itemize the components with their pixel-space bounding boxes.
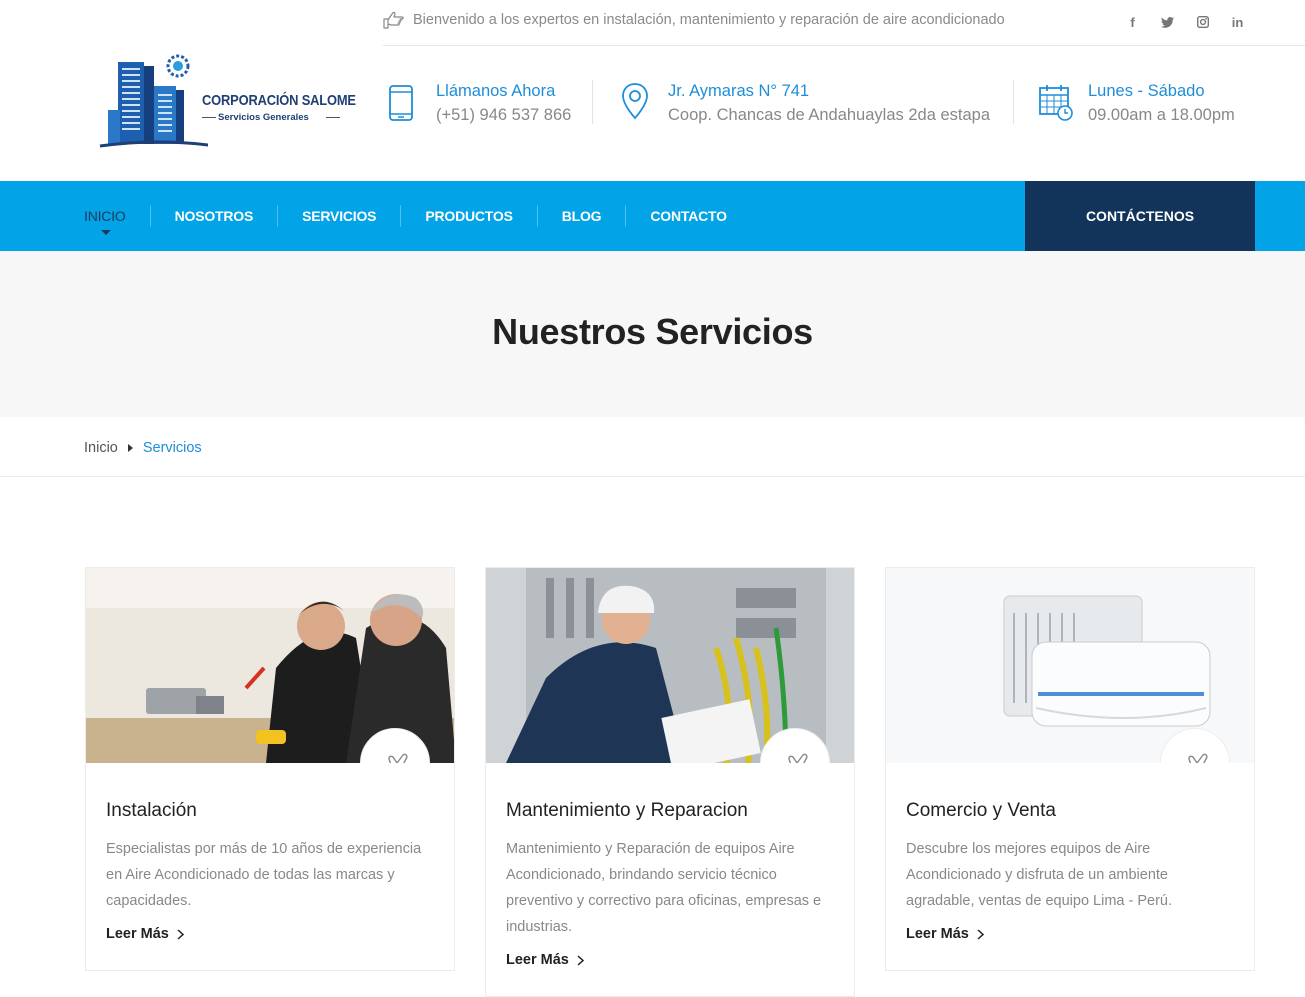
nav-item-label: NOSOTROS bbox=[174, 208, 254, 224]
read-more-label: Leer Más bbox=[906, 926, 969, 942]
contact-cta-button[interactable]: CONTÁCTENOS bbox=[1025, 181, 1255, 251]
nav-divider bbox=[625, 205, 627, 227]
info-call-phone[interactable]: (+51) 946 537 866 bbox=[436, 103, 571, 127]
hand-tool-icon bbox=[388, 753, 408, 763]
location-pin-icon bbox=[622, 83, 648, 120]
read-more-link[interactable]: Leer Más bbox=[506, 952, 584, 968]
welcome-message: Bienvenido a los expertos en instalación… bbox=[383, 10, 1005, 30]
welcome-text: Bienvenido a los expertos en instalación… bbox=[413, 12, 1005, 28]
info-divider bbox=[1013, 80, 1014, 124]
chevron-right-icon bbox=[977, 928, 984, 940]
read-more-link[interactable]: Leer Más bbox=[106, 926, 184, 942]
service-title: Instalación bbox=[106, 800, 197, 821]
pointing-hand-icon bbox=[383, 11, 404, 29]
hand-tool-icon bbox=[788, 753, 808, 763]
info-divider bbox=[592, 80, 593, 124]
nav-item-contacto[interactable]: CONTACTO bbox=[650, 181, 727, 251]
breadcrumb: Inicio Servicios bbox=[0, 417, 1305, 477]
breadcrumb-current: Servicios bbox=[142, 440, 202, 456]
nav-divider bbox=[400, 205, 402, 227]
info-call-title: Llámanos Ahora bbox=[436, 82, 556, 100]
service-image bbox=[486, 568, 854, 763]
facebook-icon[interactable]: f bbox=[1115, 13, 1150, 31]
logo-divider bbox=[326, 117, 340, 118]
nav-item-label: SERVICIOS bbox=[302, 208, 377, 224]
service-card-comercio: Comercio y Venta Descubre los mejores eq… bbox=[885, 567, 1255, 971]
info-address-title: Jr. Aymaras N° 741 bbox=[668, 82, 810, 100]
nav-item-label: PRODUCTOS bbox=[425, 208, 513, 224]
info-address: Jr. Aymaras N° 741 Coop. Chancas de Anda… bbox=[620, 79, 990, 127]
service-image bbox=[86, 568, 454, 763]
nav-item-nosotros[interactable]: NOSOTROS bbox=[175, 181, 254, 251]
nav-divider bbox=[149, 205, 151, 227]
page-title: Nuestros Servicios bbox=[492, 311, 813, 352]
company-logo[interactable]: CORPORACIÓN SALOME Servicios Generales bbox=[98, 52, 356, 150]
breadcrumb-home-link[interactable]: Inicio bbox=[84, 440, 118, 456]
info-hours: Lunes - Sábado 09.00am a 18.00pm bbox=[1038, 79, 1235, 127]
chevron-right-icon bbox=[577, 954, 584, 966]
nav-item-label: INICIO bbox=[84, 208, 126, 224]
service-card-mantenimiento: Mantenimiento y Reparacion Mantenimiento… bbox=[485, 567, 855, 997]
read-more-label: Leer Más bbox=[506, 952, 569, 968]
service-description: Mantenimiento y Reparación de equipos Ai… bbox=[506, 841, 822, 935]
info-hours-title: Lunes - Sábado bbox=[1088, 82, 1205, 100]
read-more-label: Leer Más bbox=[106, 926, 169, 942]
hand-tool-icon bbox=[1188, 753, 1208, 763]
read-more-link[interactable]: Leer Más bbox=[906, 926, 984, 942]
nav-item-inicio[interactable]: INICIO bbox=[84, 181, 126, 251]
service-card-instalacion: Instalación Especialistas por más de 10 … bbox=[85, 567, 455, 971]
service-title: Mantenimiento y Reparacion bbox=[506, 800, 748, 821]
building-logo-icon bbox=[99, 54, 217, 148]
info-hours-detail: 09.00am a 18.00pm bbox=[1088, 106, 1235, 124]
nav-item-label: CONTACTO bbox=[650, 208, 727, 224]
instagram-icon[interactable] bbox=[1185, 13, 1220, 31]
phone-icon bbox=[389, 85, 413, 121]
nav-item-blog[interactable]: BLOG bbox=[562, 181, 602, 251]
twitter-icon[interactable] bbox=[1150, 13, 1185, 31]
social-links: f in bbox=[1115, 13, 1255, 31]
nav-item-label: BLOG bbox=[561, 208, 602, 224]
top-bar: Bienvenido a los expertos en instalación… bbox=[383, 0, 1305, 46]
nav-item-servicios[interactable]: SERVICIOS bbox=[302, 181, 376, 251]
nav-divider bbox=[277, 205, 279, 227]
logo-company-name: CORPORACIÓN SALOME bbox=[202, 92, 356, 109]
nav-divider bbox=[536, 205, 538, 227]
main-nav: INICIO NOSOTROS SERVICIOS PRODUCTOS BLOG… bbox=[0, 181, 1305, 251]
nav-item-productos[interactable]: PRODUCTOS bbox=[425, 181, 513, 251]
service-description: Especialistas por más de 10 años de expe… bbox=[106, 841, 422, 909]
caret-right-icon bbox=[127, 444, 133, 452]
page-header: Nuestros Servicios bbox=[0, 251, 1305, 417]
service-image bbox=[886, 568, 1254, 763]
logo-divider bbox=[202, 117, 216, 118]
info-address-detail: Coop. Chancas de Andahuaylas 2da estapa bbox=[668, 106, 990, 124]
calendar-icon bbox=[1039, 85, 1073, 121]
caret-down-icon bbox=[101, 230, 111, 235]
linkedin-icon[interactable]: in bbox=[1220, 13, 1255, 31]
service-title: Comercio y Venta bbox=[906, 800, 1056, 821]
logo-subtitle: Servicios Generales bbox=[218, 112, 309, 123]
chevron-right-icon bbox=[177, 928, 184, 940]
info-call: Llámanos Ahora (+51) 946 537 866 bbox=[388, 79, 571, 127]
service-description: Descubre los mejores equipos de Aire Aco… bbox=[906, 841, 1173, 909]
